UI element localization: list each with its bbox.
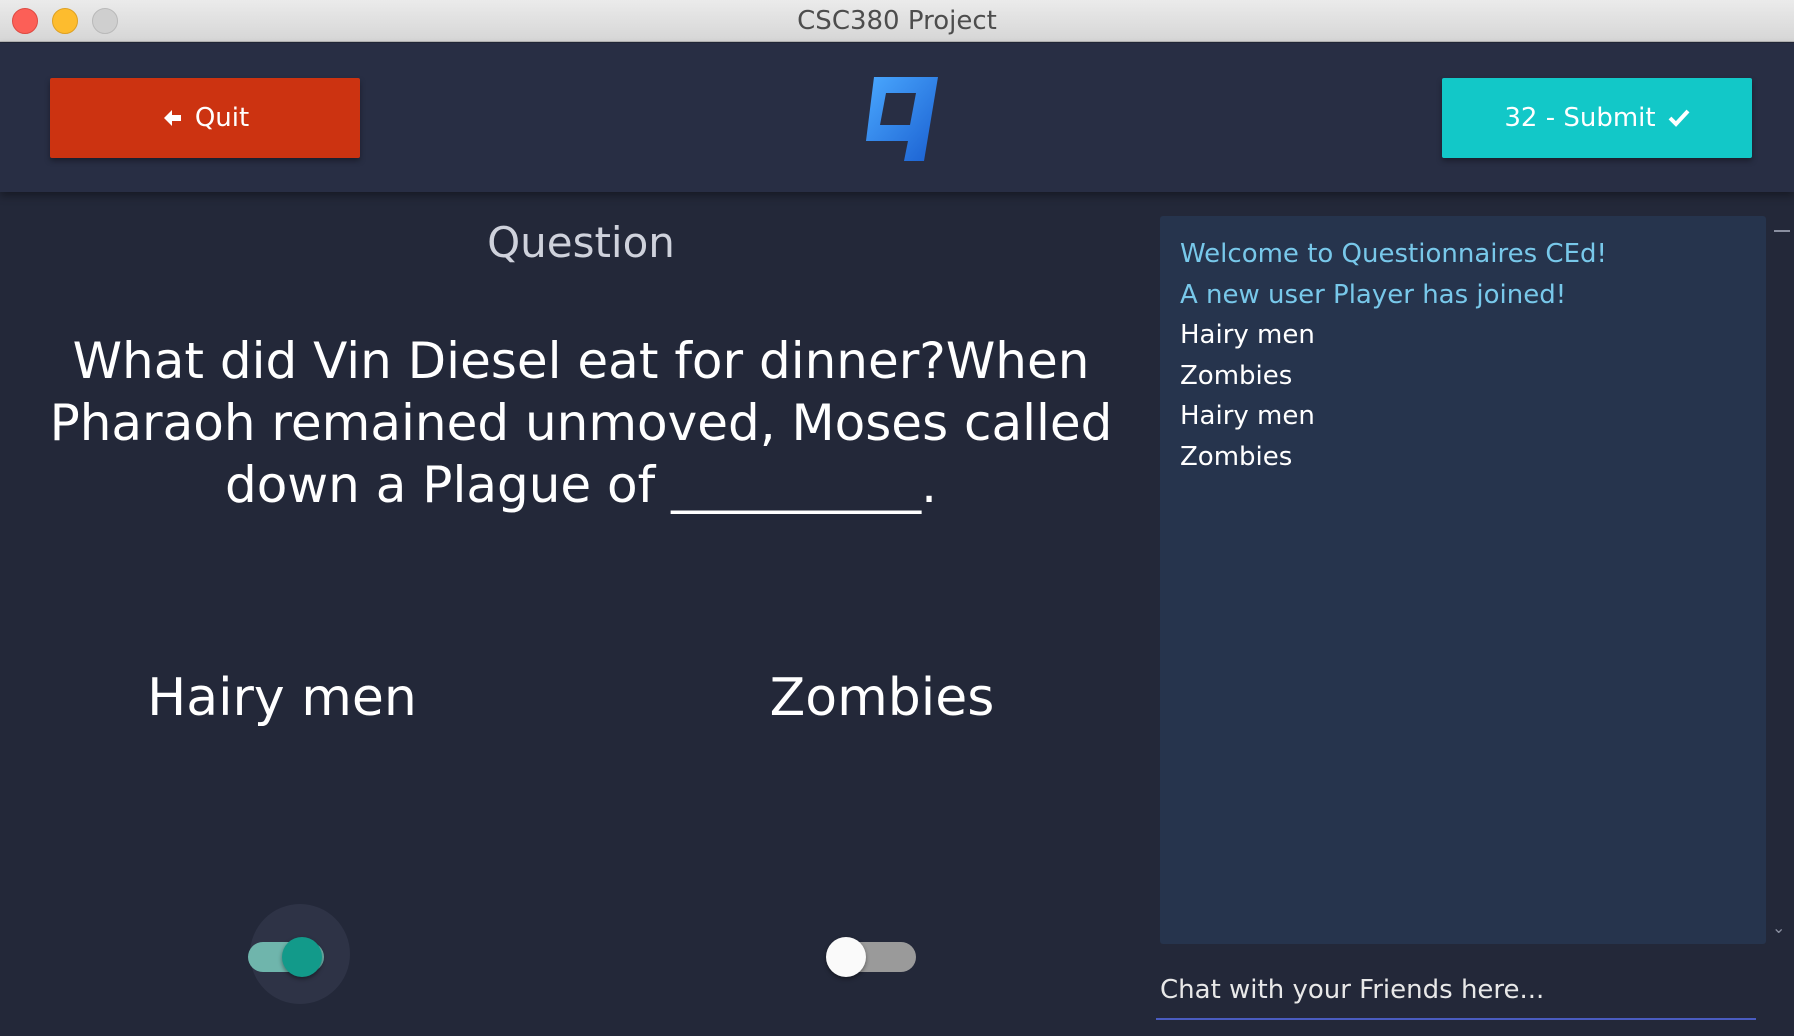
chevron-down-icon[interactable]: ⌄: [1772, 918, 1785, 937]
question-text: What did Vin Diesel eat for dinner?When …: [49, 332, 1113, 514]
check-icon: [1668, 109, 1690, 127]
chat-message: Zombies: [1180, 360, 1293, 391]
chat-input[interactable]: [1156, 962, 1756, 1020]
chat-message: Hairy men: [1180, 320, 1315, 350]
chat-scrollbar[interactable]: ⌄: [1768, 216, 1794, 944]
toggle-knob: [826, 937, 866, 977]
window-title: CSC380 Project: [797, 6, 997, 36]
app-header: Quit 32 - Submit: [0, 43, 1794, 192]
chat-log: Welcome to Questionnaires CEd! A new use…: [1160, 216, 1766, 944]
chat-message: Zombies: [1180, 441, 1293, 472]
submit-button-label: 32 - Submit: [1504, 103, 1656, 133]
submit-button[interactable]: 32 - Submit: [1442, 78, 1752, 158]
answer-option-2-toggle[interactable]: [826, 937, 924, 977]
q-logo-icon: [866, 77, 938, 161]
scroll-up-icon[interactable]: [1774, 230, 1790, 232]
chat-message: Hairy men: [1180, 401, 1315, 431]
chat-message: Welcome to Questionnaires CEd!: [1180, 239, 1607, 269]
answer-option-1-toggle[interactable]: [248, 904, 350, 1004]
question-heading: Question: [487, 218, 675, 267]
toggle-knob: [282, 937, 322, 977]
chat-message: A new user Player has joined!: [1180, 279, 1567, 310]
window-titlebar: CSC380 Project: [0, 0, 1794, 42]
quit-button-label: Quit: [194, 103, 250, 133]
quit-button[interactable]: Quit: [50, 78, 360, 158]
answer-option-2-label: Zombies: [769, 668, 995, 728]
answer-option-1-label: Hairy men: [147, 668, 417, 728]
arrow-left-icon: [163, 110, 181, 126]
